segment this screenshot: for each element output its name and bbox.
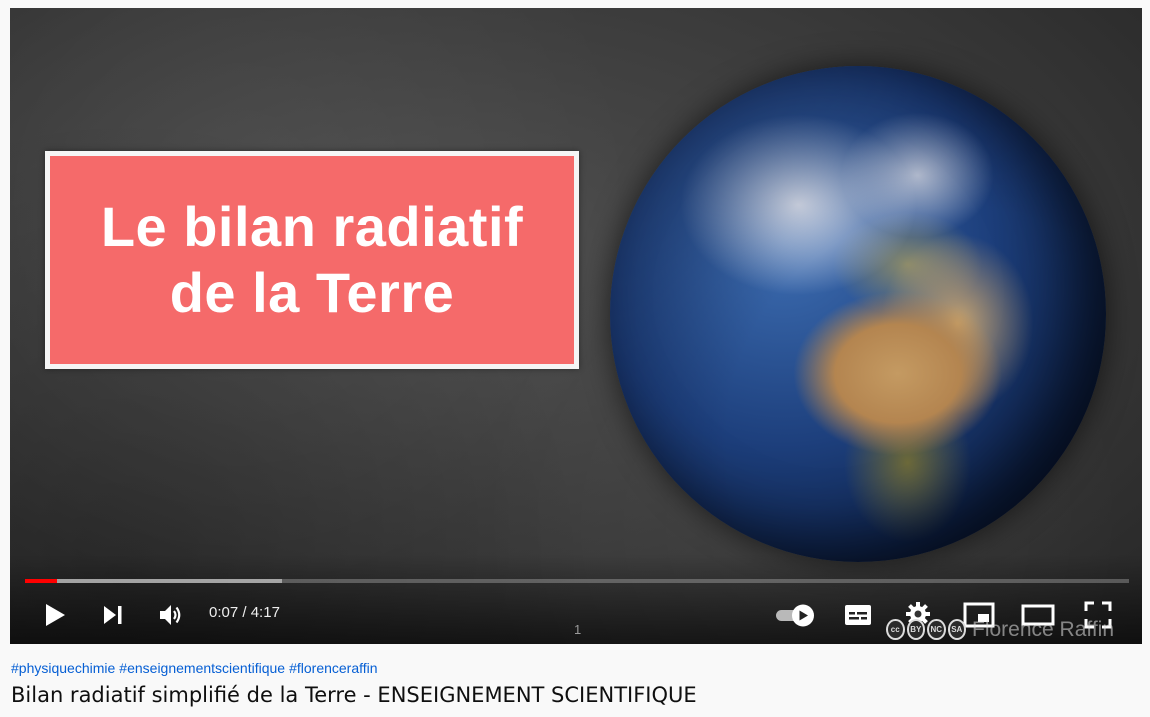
creative-commons-badge: cc BY NC SA <box>884 616 966 643</box>
progress-buffered <box>25 579 283 583</box>
time-separator: / <box>238 604 251 621</box>
video-title-card: Le bilan radiatif de la Terre <box>45 151 579 369</box>
video-player[interactable]: Le bilan radiatif de la Terre 0:07 / 4:1… <box>10 8 1142 644</box>
time-display: 0:07 / 4:17 <box>209 604 280 621</box>
hashtag-link[interactable]: #enseignementscientifique <box>119 660 285 676</box>
video-title: Bilan radiatif simplifié de la Terre - E… <box>11 683 697 707</box>
subtitles-icon <box>845 605 871 625</box>
play-icon <box>46 604 65 626</box>
progress-bar[interactable] <box>25 579 1129 583</box>
subtitles-button[interactable] <box>840 598 876 632</box>
hashtag-link[interactable]: #physiquechimie <box>11 660 115 676</box>
cc-sa-icon: SA <box>947 619 966 640</box>
hashtag-list: #physiquechimie #enseignementscientifique… <box>11 660 382 676</box>
channel-watermark: Florence Raffin <box>972 618 1115 641</box>
chapter-marker: 1 <box>574 622 582 637</box>
hashtag-link[interactable]: #florenceraffin <box>289 660 377 676</box>
mute-button[interactable] <box>154 598 188 632</box>
title-card-line-2: de la Terre <box>169 261 455 324</box>
title-card-line-1: Le bilan radiatif <box>100 195 524 258</box>
next-button[interactable] <box>96 598 130 632</box>
next-icon <box>104 606 122 624</box>
autoplay-toggle[interactable] <box>770 600 820 630</box>
progress-played <box>25 579 58 583</box>
current-time: 0:07 <box>209 604 239 621</box>
earth-globe-image <box>610 66 1106 562</box>
autoplay-toggle-icon <box>776 604 814 627</box>
cc-nc-icon: NC <box>927 619 946 640</box>
cc-by-icon: BY <box>906 619 925 640</box>
cc-icon: cc <box>886 619 905 640</box>
volume-icon <box>160 605 181 625</box>
duration: 4:17 <box>250 604 280 621</box>
play-button[interactable] <box>38 598 72 632</box>
